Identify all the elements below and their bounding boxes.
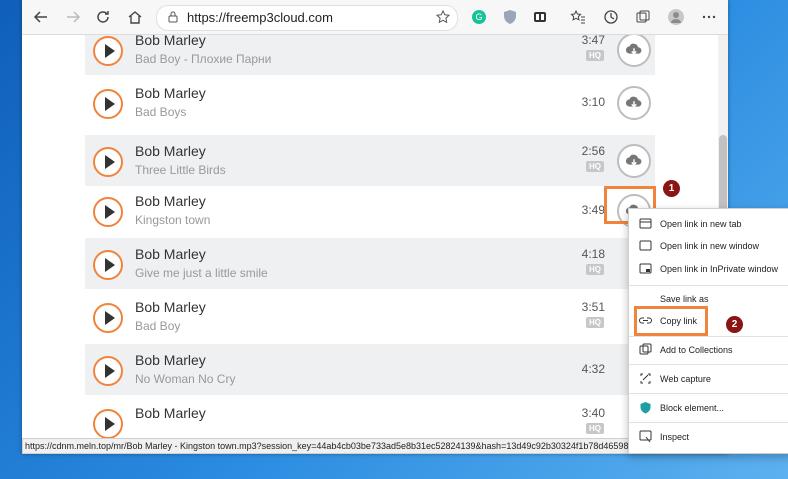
home-icon[interactable] <box>124 6 146 28</box>
history-icon[interactable] <box>600 6 622 28</box>
menu-separator <box>629 364 788 365</box>
favorites-icon[interactable] <box>567 6 589 28</box>
menu-open-link-inprivate[interactable]: Open link in InPrivate window <box>629 258 788 280</box>
track-row: Bob Marley Kingston town 3:49 <box>85 185 655 236</box>
track-row: Bob Marley Bad Boy 3:51 HQ <box>85 291 655 342</box>
play-button[interactable] <box>93 147 123 177</box>
play-button[interactable] <box>93 303 123 333</box>
track-duration: 3:40 <box>581 406 605 420</box>
track-duration: 2:56 <box>581 144 605 158</box>
page-content: Bob Marley Bad Boy - Плохие Парни 3:47 H… <box>22 35 728 454</box>
track-title: Give me just a little smile <box>135 266 268 280</box>
svg-text:G: G <box>475 12 482 22</box>
play-button[interactable] <box>93 356 123 386</box>
menu-separator <box>629 285 788 286</box>
forward-icon[interactable] <box>62 6 84 28</box>
collections-icon[interactable] <box>632 6 654 28</box>
play-button[interactable] <box>93 36 123 66</box>
address-url: https://freemp3cloud.com <box>187 10 333 25</box>
track-artist: Bob Marley <box>135 143 206 159</box>
track-title: Bad Boy - Плохие Парни <box>135 52 272 66</box>
web-capture-icon <box>640 373 651 384</box>
cloud-download-icon <box>625 96 642 108</box>
hq-badge: HQ <box>586 50 604 61</box>
refresh-icon[interactable] <box>92 6 114 28</box>
track-artist: Bob Marley <box>135 246 206 262</box>
cloud-download-icon <box>625 154 642 166</box>
menu-separator <box>629 336 788 337</box>
menu-separator <box>629 393 788 394</box>
play-button[interactable] <box>93 409 123 439</box>
menu-web-capture[interactable]: Web capture <box>629 368 788 390</box>
track-row: Bob Marley Bad Boys 3:10 <box>85 77 655 128</box>
play-button[interactable] <box>93 250 123 280</box>
download-button[interactable] <box>617 35 651 67</box>
step-badge-1: 1 <box>663 180 680 197</box>
cloud-download-icon <box>625 43 642 55</box>
track-duration: 3:47 <box>581 35 605 47</box>
track-duration: 3:10 <box>581 95 605 109</box>
menu-add-to-collections[interactable]: Add to Collections <box>629 339 788 361</box>
menu-open-link-new-window[interactable]: Open link in new window <box>629 235 788 257</box>
profile-avatar-icon[interactable] <box>665 6 687 28</box>
hq-badge: HQ <box>586 161 604 172</box>
track-duration: 3:49 <box>581 203 605 217</box>
grammarly-extension-icon[interactable]: G <box>468 6 490 28</box>
inspect-icon <box>639 430 652 443</box>
back-icon[interactable] <box>30 6 52 28</box>
track-title: Three Little Birds <box>135 163 226 177</box>
track-duration: 4:32 <box>581 362 605 376</box>
track-artist: Bob Marley <box>135 299 206 315</box>
play-button[interactable] <box>93 89 123 119</box>
hq-badge: HQ <box>586 317 604 328</box>
track-row: Bob Marley Three Little Birds 2:56 HQ <box>85 135 655 186</box>
hq-badge: HQ <box>586 423 604 434</box>
shield-icon <box>640 402 651 414</box>
new-window-icon <box>639 240 652 251</box>
track-duration: 4:18 <box>581 247 605 261</box>
track-title: Bad Boys <box>135 105 187 119</box>
menu-block-element[interactable]: Block element... <box>629 397 788 419</box>
browser-toolbar: https://freemp3cloud.com G <box>22 0 728 35</box>
lock-icon <box>168 11 178 23</box>
menu-separator <box>629 422 788 423</box>
address-bar[interactable]: https://freemp3cloud.com <box>156 5 458 31</box>
track-duration: 3:51 <box>581 300 605 314</box>
link-status-bar: https://cdnm.meln.top/mr/Bob Marley - Ki… <box>22 438 636 454</box>
hq-badge: HQ <box>586 264 604 275</box>
favorite-star-icon[interactable] <box>435 9 451 25</box>
step-badge-2: 2 <box>726 316 743 333</box>
menu-inspect[interactable]: Inspect <box>629 426 788 448</box>
track-artist: Bob Marley <box>135 85 206 101</box>
track-title: Kingston town <box>135 213 211 227</box>
track-title: Bad Boy <box>135 319 181 333</box>
browser-window: https://freemp3cloud.com G Bob Marley Ba… <box>22 0 728 454</box>
track-artist: Bob Marley <box>135 35 206 48</box>
extension-icon[interactable] <box>529 6 551 28</box>
track-row: Bob Marley Give me just a little smile 4… <box>85 238 655 289</box>
new-tab-icon <box>639 218 652 229</box>
track-row: Bob Marley Bad Boy - Плохие Парни 3:47 H… <box>85 35 655 75</box>
more-menu-icon[interactable] <box>698 6 720 28</box>
track-artist: Bob Marley <box>135 352 206 368</box>
track-title: No Woman No Cry <box>135 372 236 386</box>
download-button[interactable] <box>617 86 651 120</box>
menu-open-link-new-tab[interactable]: Open link in new tab <box>629 213 788 235</box>
track-artist: Bob Marley <box>135 405 206 421</box>
collections-icon <box>639 343 652 355</box>
download-button[interactable] <box>617 144 651 178</box>
inprivate-icon <box>639 263 652 274</box>
copy-link-highlight-box <box>634 306 708 336</box>
shield-extension-icon[interactable] <box>499 6 521 28</box>
track-artist: Bob Marley <box>135 193 206 209</box>
play-button[interactable] <box>93 197 123 227</box>
track-row: Bob Marley No Woman No Cry 4:32 <box>85 344 655 395</box>
